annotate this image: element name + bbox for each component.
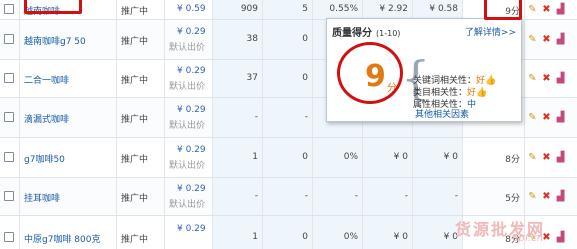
chart-icon[interactable]: ▟ — [555, 4, 566, 15]
annotation-circle-score — [337, 42, 403, 104]
table-row: 挂耳咖啡 推广中 ¥ 0.29 默认出价 - - - - - 5分 ✎ ✖ ▟ — [0, 178, 577, 216]
clicks-value: 0 — [302, 152, 308, 162]
popup-title: 质量得分 (1-10) — [332, 24, 400, 39]
row-checkbox[interactable] — [4, 4, 14, 14]
clicks-value: 0 — [302, 34, 308, 44]
pencil-icon[interactable]: ✎ — [527, 112, 538, 123]
avg-cpc-value: ¥ 0.58 — [429, 4, 458, 14]
row-checkbox[interactable] — [4, 73, 14, 83]
status-text: 推广中 — [121, 235, 149, 245]
status-text: 推广中 — [121, 37, 149, 47]
impressions-value: 38 — [246, 34, 258, 44]
cost-value: - — [404, 191, 408, 201]
pencil-icon[interactable]: ✎ — [527, 34, 538, 45]
impressions-value: - — [254, 191, 258, 201]
quality-score[interactable]: 8分 — [505, 152, 520, 165]
cost-value: ¥ 0 — [393, 152, 408, 162]
default-bid-label: 默认出价 — [169, 200, 206, 210]
chart-icon[interactable]: ▟ — [555, 191, 566, 202]
keyword-link[interactable]: 越南咖啡g7 50 — [24, 34, 86, 47]
annotation-box-score — [484, 0, 522, 20]
keyword-link[interactable]: 二合一咖啡 — [24, 73, 69, 86]
clicks-value: - — [304, 191, 308, 201]
popup-range: (1-10) — [376, 29, 401, 38]
clicks-value: 5 — [302, 4, 308, 14]
clicks-value: 0 — [302, 73, 308, 83]
status-text: 推广中 — [121, 155, 149, 165]
pencil-icon[interactable]: ✎ — [527, 4, 538, 15]
status-text: 推广中 — [121, 7, 149, 17]
impressions-value: 1 — [252, 152, 258, 162]
pencil-icon[interactable]: ✎ — [527, 191, 538, 202]
quality-score[interactable]: 5分 — [505, 191, 520, 204]
bid-price[interactable]: ¥ 0.29 — [177, 145, 206, 155]
cost-value: ¥ 0 — [393, 232, 408, 242]
clicks-value: 0 — [302, 232, 308, 242]
bid-price[interactable]: ¥ 0.59 — [177, 4, 206, 14]
ctr-value: - — [354, 191, 358, 201]
default-bid-label: 默认出价 — [169, 82, 206, 92]
ctr-value: 0.55% — [329, 4, 358, 14]
watermark-url: 6pf.cn — [512, 233, 544, 244]
delete-x-icon[interactable]: ✖ — [541, 34, 552, 45]
status-text: 推广中 — [121, 194, 149, 204]
annotation-box-keyword — [24, 0, 82, 14]
delete-x-icon[interactable]: ✖ — [541, 4, 552, 15]
chart-icon[interactable]: ▟ — [555, 232, 566, 243]
bid-price[interactable]: ¥ 0.29 — [177, 66, 206, 76]
row-checkbox[interactable] — [4, 152, 14, 162]
chart-icon[interactable]: ▟ — [555, 112, 566, 123]
keyword-link[interactable]: g7咖啡50 — [24, 152, 65, 165]
avg-cpc-value: ¥ 0 — [443, 152, 458, 162]
default-bid-label: 默认出价 — [169, 43, 206, 53]
avg-cpc-value: - — [454, 191, 458, 201]
row-checkbox[interactable] — [4, 112, 14, 122]
bid-price[interactable]: ¥ 0.29 — [177, 105, 206, 115]
table-row: g7咖啡50 推广中 ¥ 0.29 默认出价 1 0 0% ¥ 0 ¥ 0 8分… — [0, 138, 577, 178]
keyword-link[interactable]: 中原g7咖啡 800克 — [24, 232, 100, 245]
row-checkbox[interactable] — [4, 34, 14, 44]
ctr-value: 0% — [343, 232, 358, 242]
default-bid-label: 默认出价 — [169, 121, 206, 131]
keyword-link[interactable]: 挂耳咖啡 — [24, 191, 60, 204]
row-checkbox[interactable] — [4, 191, 14, 201]
thumbs-up-icon: 👍 — [476, 88, 488, 98]
clicks-value: - — [304, 112, 308, 122]
popup-title-text: 质量得分 — [332, 28, 372, 39]
delete-x-icon[interactable]: ✖ — [541, 112, 552, 123]
bid-price[interactable]: ¥ 0.29 — [177, 184, 206, 194]
ctr-value: 0% — [343, 152, 358, 162]
row-checkbox[interactable] — [4, 232, 14, 242]
delete-x-icon[interactable]: ✖ — [541, 73, 552, 84]
other-factors-link[interactable]: 其他相关因素 — [415, 107, 469, 120]
pencil-icon[interactable]: ✎ — [527, 152, 538, 163]
chart-icon[interactable]: ▟ — [555, 152, 566, 163]
impressions-value: 909 — [240, 4, 258, 14]
delete-x-icon[interactable]: ✖ — [541, 152, 552, 163]
chart-icon[interactable]: ▟ — [555, 34, 566, 45]
impressions-value: 1 — [252, 232, 258, 242]
cost-value: ¥ 2.92 — [379, 4, 408, 14]
delete-x-icon[interactable]: ✖ — [541, 191, 552, 202]
default-bid-label: 默认出价 — [169, 161, 206, 171]
learn-more-link[interactable]: 了解详情>> — [465, 25, 516, 38]
bid-price[interactable]: ¥ 0.29 — [177, 224, 206, 234]
keyword-link[interactable]: 滴漏式咖啡 — [24, 112, 69, 125]
chart-icon[interactable]: ▟ — [555, 73, 566, 84]
bid-price[interactable]: ¥ 0.29 — [177, 27, 206, 37]
status-text: 推广中 — [121, 76, 149, 86]
impressions-value: - — [254, 112, 258, 122]
impressions-value: 37 — [246, 73, 258, 83]
status-text: 推广中 — [121, 115, 149, 125]
pencil-icon[interactable]: ✎ — [527, 73, 538, 84]
